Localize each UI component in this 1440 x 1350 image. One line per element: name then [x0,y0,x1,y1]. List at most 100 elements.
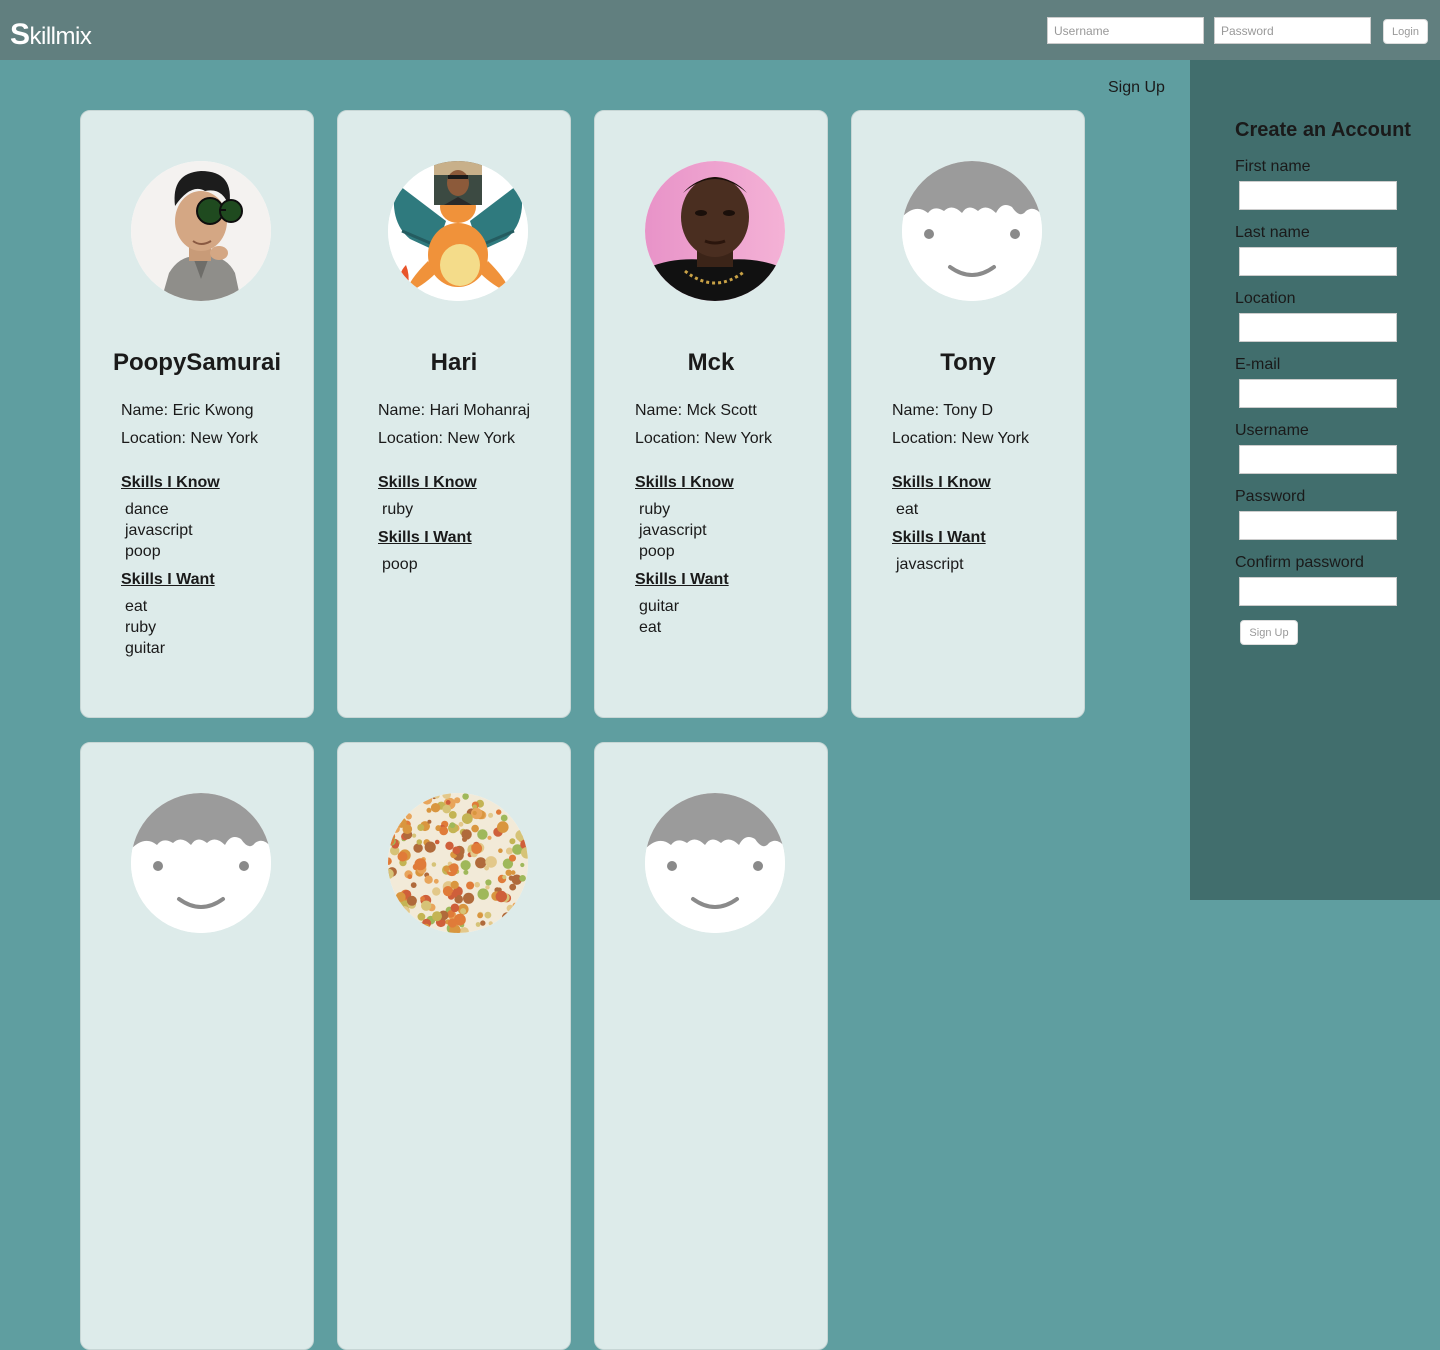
color-dot [424,841,436,853]
color-dot [420,896,425,901]
color-dot [399,906,410,917]
color-dot [427,930,432,933]
name-label: Name: [635,402,687,419]
card-skills: Skills I Know ruby Skills I Want poop [378,471,477,581]
skills-know-list: dance javascript poop [125,499,220,562]
color-dot [439,826,449,836]
last-name-label: Last name [1235,224,1310,241]
color-dot [410,882,417,888]
skill-item: javascript [896,556,964,573]
color-dot [507,794,517,805]
signup-button[interactable]: Sign Up [1240,620,1298,645]
card-location: Location: New York [378,425,530,453]
color-dot [499,925,509,933]
card-name: Name: Hari Mohanraj [378,397,530,425]
avatar-default-face [645,793,785,933]
card-info: Name: Hari Mohanraj Location: New York [378,397,530,453]
color-dot [424,875,433,884]
color-dot [396,914,402,919]
user-card [594,742,828,1350]
card-username: PoopySamurai [112,349,282,376]
color-dot [515,830,527,841]
skills-know-heading: Skills I Know [892,474,991,491]
skillmix-logo[interactable]: Skillmix [10,18,92,52]
card-location: Location: New York [892,425,1029,453]
color-dot [449,822,456,829]
color-dot [520,915,527,921]
color-dot [461,813,473,824]
color-dot [432,887,441,896]
color-dot [477,912,483,919]
color-dot [397,851,408,862]
skills-know-heading: Skills I Know [121,474,220,491]
avatar-default-face [902,161,1042,301]
color-dot [460,860,471,871]
first-name-input[interactable] [1239,181,1397,210]
avatar-color-dots-circle [388,793,528,933]
email-input[interactable] [1239,379,1397,408]
color-dot [505,847,513,855]
card-location: Location: New York [121,425,258,453]
skill-item: dance [125,501,169,518]
skill-item: guitar [639,598,680,615]
skill-item: poop [125,543,161,560]
location-value: New York [961,430,1029,447]
color-dot [484,793,490,798]
color-dot [494,793,503,801]
confirm-password-input[interactable] [1239,577,1397,606]
color-dot [448,811,457,819]
location-label: Location: [635,430,705,447]
color-dot [445,800,451,805]
location-value: New York [704,430,772,447]
color-dot [495,890,507,903]
last-name-input[interactable] [1239,247,1397,276]
color-dot [518,896,524,902]
name-label: Name: [121,402,173,419]
color-dot [472,810,477,816]
color-dot [484,911,492,919]
skill-item: ruby [382,501,414,518]
color-dot [417,824,425,831]
location-label: Location: [378,430,448,447]
password-input[interactable] [1239,511,1397,540]
card-skills: Skills I Know dance javascript poop Skil… [121,471,220,665]
confirm-password-label: Confirm password [1235,554,1364,571]
color-dot [496,809,502,815]
signup-link[interactable]: Sign Up [1108,79,1165,97]
color-dot [506,904,514,912]
color-dot [471,843,483,854]
login-button[interactable]: Login [1383,19,1428,44]
card-name: Name: Eric Kwong [121,397,258,425]
user-card [80,742,314,1350]
skill-item: ruby [639,501,671,518]
color-dot [475,857,487,869]
name-value: Hari Mohanraj [429,402,531,419]
skills-know-list: ruby [382,499,477,520]
user-card [337,742,571,1350]
color-dot [452,846,461,855]
location-label: Location: [892,430,962,447]
skills-know-heading: Skills I Know [378,474,477,491]
color-dot [502,922,510,931]
color-dot [434,839,440,845]
username-input[interactable] [1239,445,1397,474]
skills-know-heading: Skills I Know [635,474,734,491]
color-dot [517,793,525,797]
color-dot [416,839,423,845]
color-dot [521,815,527,821]
top-navbar: Skillmix Login [0,0,1440,60]
color-dot [422,918,432,928]
color-dot [388,809,397,820]
location-input[interactable] [1239,313,1397,342]
color-dot [460,908,467,915]
color-dot [414,858,427,871]
color-dot [405,813,412,820]
avatar-charizard-dragon [388,161,528,301]
color-dot [521,927,528,933]
card-name: Name: Mck Scott [635,397,772,425]
login-username-input[interactable] [1047,17,1204,44]
color-dot [388,824,393,830]
color-dot [463,869,469,875]
login-password-input[interactable] [1214,17,1371,44]
card-username: Tony [940,349,996,376]
